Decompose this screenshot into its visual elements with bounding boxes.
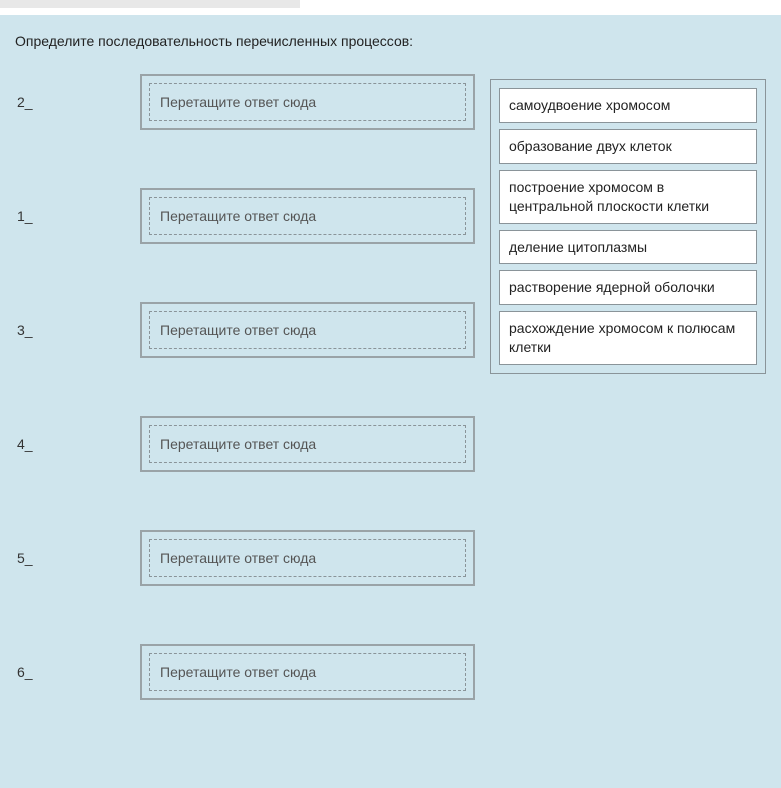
row-label: 5_	[15, 550, 140, 566]
drop-row-3: 3_ Перетащите ответ сюда	[15, 302, 475, 358]
content-area: 2_ Перетащите ответ сюда 1_ Перетащите о…	[15, 74, 766, 758]
row-label: 4_	[15, 436, 140, 452]
drop-placeholder: Перетащите ответ сюда	[149, 425, 466, 463]
drop-row-5: 5_ Перетащите ответ сюда	[15, 530, 475, 586]
drop-target-2[interactable]: Перетащите ответ сюда	[140, 188, 475, 244]
option-item-6[interactable]: расхождение хромосом к полюсам клетки	[499, 311, 757, 365]
question-container: Определите последовательность перечислен…	[0, 15, 781, 788]
drop-placeholder: Перетащите ответ сюда	[149, 197, 466, 235]
row-label: 2_	[15, 94, 140, 110]
drop-placeholder: Перетащите ответ сюда	[149, 653, 466, 691]
options-pool: самоудвоение хромосом образование двух к…	[490, 79, 766, 374]
drop-column: 2_ Перетащите ответ сюда 1_ Перетащите о…	[15, 74, 475, 758]
row-label: 3_	[15, 322, 140, 338]
drop-target-5[interactable]: Перетащите ответ сюда	[140, 530, 475, 586]
option-item-1[interactable]: самоудвоение хромосом	[499, 88, 757, 123]
option-item-5[interactable]: растворение ядерной оболочки	[499, 270, 757, 305]
drop-target-3[interactable]: Перетащите ответ сюда	[140, 302, 475, 358]
drop-placeholder: Перетащите ответ сюда	[149, 83, 466, 121]
drop-target-4[interactable]: Перетащите ответ сюда	[140, 416, 475, 472]
drop-placeholder: Перетащите ответ сюда	[149, 539, 466, 577]
option-item-2[interactable]: образование двух клеток	[499, 129, 757, 164]
drop-row-1: 2_ Перетащите ответ сюда	[15, 74, 475, 130]
drop-target-6[interactable]: Перетащите ответ сюда	[140, 644, 475, 700]
option-item-3[interactable]: построение хромосом в центральной плоско…	[499, 170, 757, 224]
row-label: 6_	[15, 664, 140, 680]
drop-row-6: 6_ Перетащите ответ сюда	[15, 644, 475, 700]
drop-row-4: 4_ Перетащите ответ сюда	[15, 416, 475, 472]
drop-placeholder: Перетащите ответ сюда	[149, 311, 466, 349]
question-prompt: Определите последовательность перечислен…	[15, 33, 766, 49]
drop-target-1[interactable]: Перетащите ответ сюда	[140, 74, 475, 130]
top-bar	[0, 0, 781, 15]
drop-row-2: 1_ Перетащите ответ сюда	[15, 188, 475, 244]
option-item-4[interactable]: деление цитоплазмы	[499, 230, 757, 265]
row-label: 1_	[15, 208, 140, 224]
